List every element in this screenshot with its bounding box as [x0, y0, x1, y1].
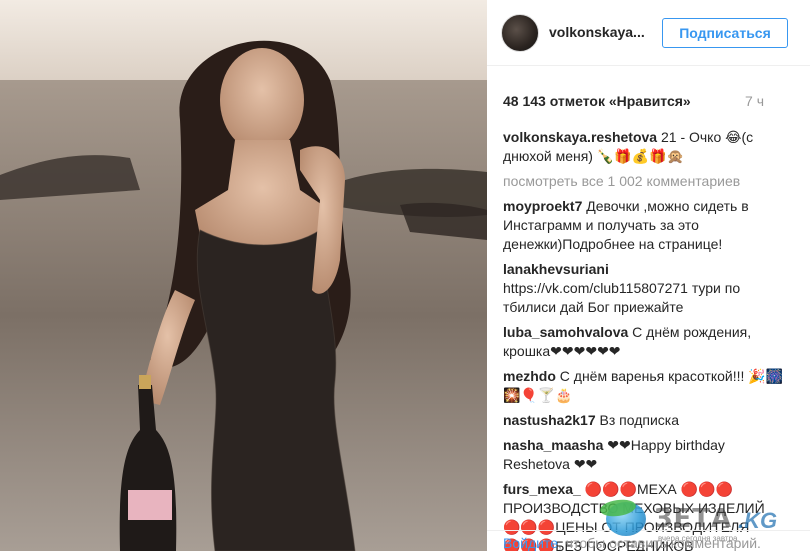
watermark-tagline: вчера сегодня завтра [658, 534, 738, 543]
login-link[interactable]: Войдите [503, 535, 558, 551]
caption: volkonskaya.reshetova 21 - Очко 😂(с днюх… [503, 128, 793, 166]
watermark-domain: .KG [738, 508, 778, 533]
post-photo[interactable] [0, 0, 487, 551]
comment-user[interactable]: nastusha2k17 [503, 412, 596, 428]
comments-list: volkonskaya.reshetova 21 - Очко 😂(с днюх… [503, 128, 793, 551]
comment-user[interactable]: nasha_maasha [503, 437, 603, 453]
post-panel: volkonskaya... Подписаться 48 143 отмето… [487, 0, 810, 551]
comment-user[interactable]: volkonskaya.reshetova [503, 129, 657, 145]
comment-text: Вз подписка [599, 412, 680, 428]
list-item: nasha_maasha ❤❤Happy birthday Reshetova … [503, 436, 793, 474]
comment-text: https://vk.com/club115807271 тури по тби… [503, 280, 741, 315]
list-item: mezhdo С днём варенья красоткой!!! 🎉🎆🎇🎈🍸… [503, 367, 793, 405]
likes-row: 48 143 отметок «Нравится» 7 ч [487, 88, 810, 112]
watermark: ЗЕТА .KG вчера сегодня завтра [596, 497, 810, 543]
follow-button[interactable]: Подписаться [662, 18, 788, 48]
comment-user[interactable]: lanakhevsuriani [503, 261, 609, 277]
list-item: lanakhevsuriani https://vk.com/club11580… [503, 260, 793, 317]
list-item: nastusha2k17 Вз подписка [503, 411, 793, 430]
comment-user[interactable]: luba_samohvalova [503, 324, 628, 340]
comment-user[interactable]: furs_mexa_ [503, 481, 581, 497]
post-header: volkonskaya... Подписаться [487, 0, 810, 66]
likes-count[interactable]: 48 143 отметок «Нравится» [503, 93, 691, 109]
comment-user[interactable]: mezhdo [503, 368, 556, 384]
list-item: luba_samohvalova С днём рождения, крошка… [503, 323, 793, 361]
comment-user[interactable]: moyproekt7 [503, 198, 582, 214]
watermark-brand: ЗЕТА [654, 504, 733, 534]
list-item: moyproekt7 Девочки ,можно сидеть в Инста… [503, 197, 793, 254]
photo-scene [0, 0, 487, 551]
view-all-comments-link[interactable]: посмотреть все 1 002 комментариев [503, 172, 793, 191]
post-time[interactable]: 7 ч [745, 93, 764, 109]
avatar[interactable] [501, 14, 539, 52]
username-link[interactable]: volkonskaya... [549, 24, 645, 40]
